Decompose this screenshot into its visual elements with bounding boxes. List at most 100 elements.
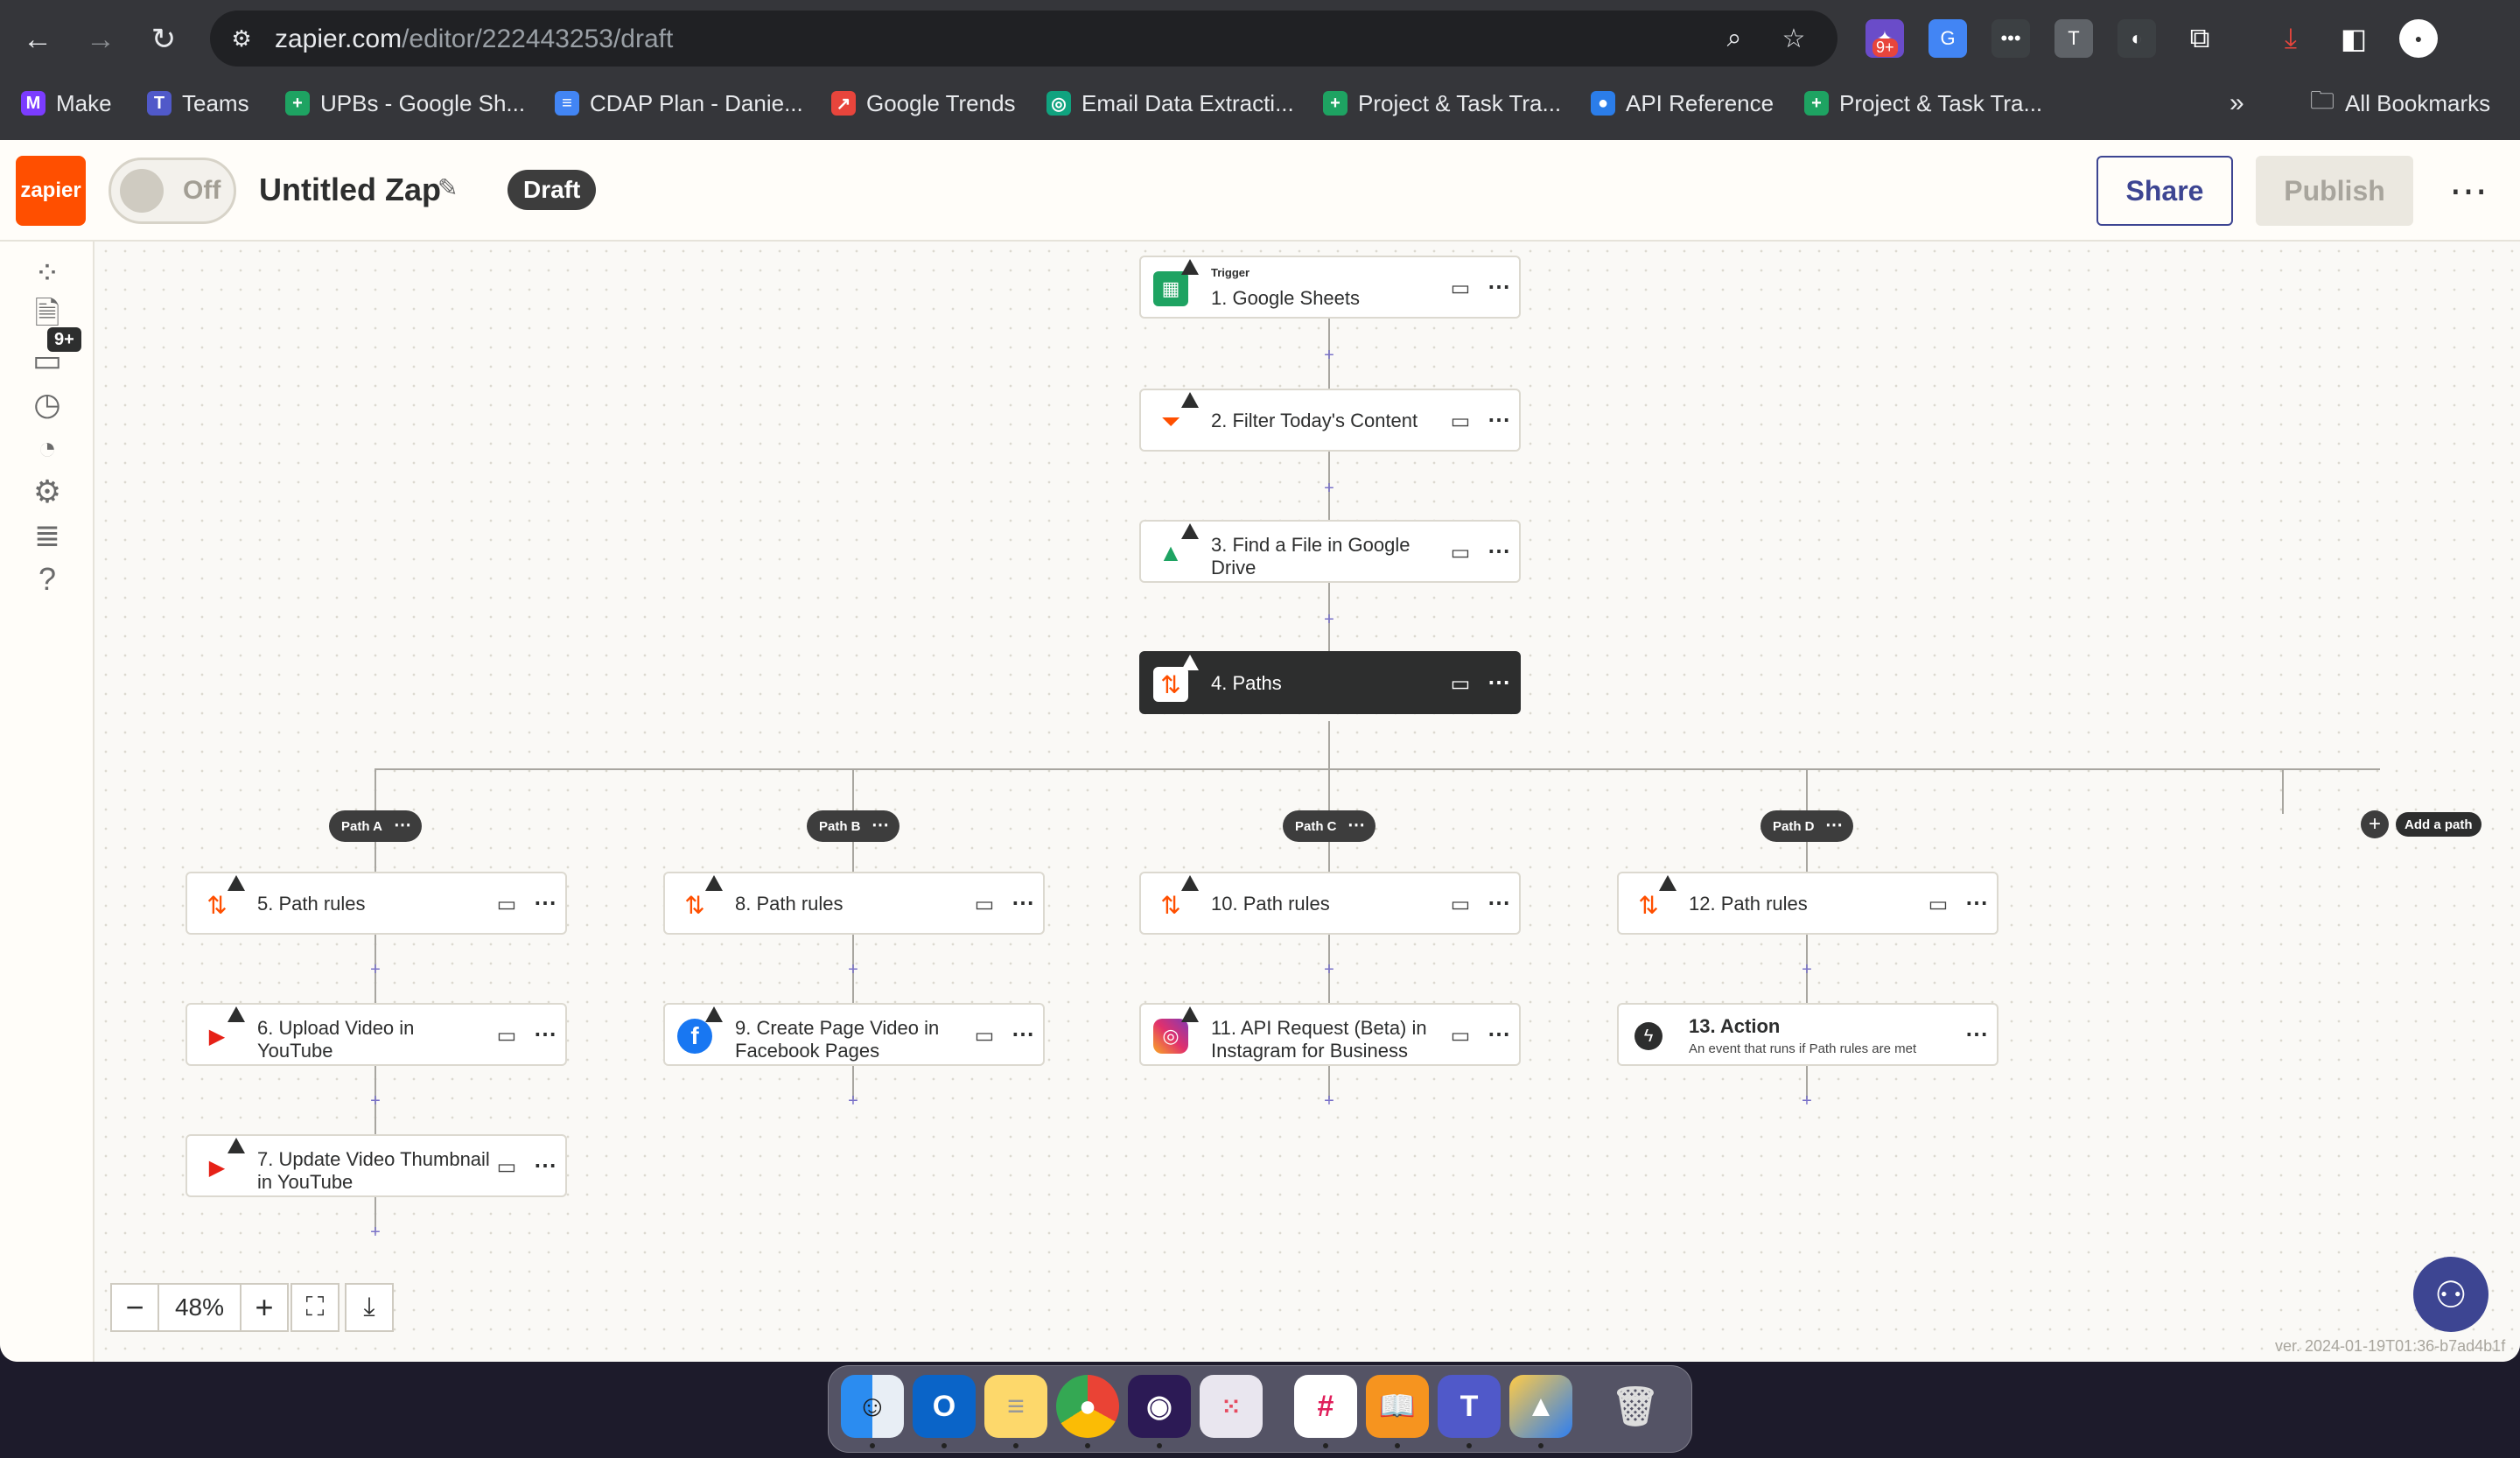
versions-icon[interactable]: ≣ (26, 515, 68, 557)
comment-icon[interactable]: ▭ (1447, 670, 1474, 697)
pencil-icon[interactable]: ✎ (438, 173, 458, 202)
publish-button[interactable]: Publish (2256, 156, 2413, 226)
bookmark-item[interactable]: + Project & Task Tra... (1323, 88, 1561, 119)
add-step-plus[interactable]: + (844, 1092, 862, 1110)
add-step-plus[interactable]: + (1798, 961, 1816, 978)
download-icon[interactable]: ⤓ (2272, 19, 2310, 58)
step-menu-icon[interactable]: ⋯ (1486, 537, 1512, 564)
comment-icon[interactable]: ▭ (1447, 891, 1474, 917)
side-panel-icon[interactable]: ◧ (2334, 19, 2373, 58)
forward-icon[interactable]: → (80, 19, 121, 60)
add-step-plus[interactable]: + (367, 1223, 384, 1241)
path-menu-icon[interactable]: ⋯ (1348, 814, 1365, 836)
zap-canvas[interactable]: + + + + + + + + + + + + ▦ Trigger 1. Goo… (96, 242, 2520, 1362)
comment-icon[interactable]: ▭ (1447, 1022, 1474, 1048)
zap-on-off-toggle[interactable]: Off (108, 158, 236, 224)
bookmark-item[interactable]: ≡ CDAP Plan - Danie... (555, 88, 803, 119)
extension-icon[interactable]: T (2054, 19, 2093, 58)
add-step-plus[interactable]: + (1798, 1092, 1816, 1110)
path-menu-icon[interactable]: ⋯ (394, 814, 411, 836)
apps-icon[interactable]: ⁘ (26, 252, 68, 294)
path-c-label[interactable]: Path C ⋯ (1283, 810, 1376, 842)
step-menu-icon[interactable]: ⋯ (532, 889, 558, 915)
step-menu-icon[interactable]: ⋯ (1486, 406, 1512, 432)
add-path-plus-icon[interactable]: + (2361, 810, 2389, 838)
help-icon[interactable]: ? (26, 558, 68, 600)
step-menu-icon[interactable]: ⋯ (1486, 1020, 1512, 1047)
airmail-icon[interactable]: ▲ (1509, 1375, 1572, 1438)
reload-icon[interactable]: ↻ (144, 19, 184, 60)
zapier-logo[interactable]: zapier (16, 156, 86, 226)
finder-icon[interactable]: ☺ (841, 1375, 904, 1438)
step-12-path-rules[interactable]: ⇅ 12. Path rules ▭ ⋯ (1617, 872, 1998, 935)
add-step-plus[interactable]: + (367, 1092, 384, 1110)
step-menu-icon[interactable]: ⋯ (532, 1152, 558, 1178)
zoom-in-button[interactable]: + (240, 1283, 289, 1332)
add-step-plus[interactable]: + (1320, 480, 1338, 497)
add-step-plus[interactable]: + (367, 961, 384, 978)
comment-icon[interactable]: ▭ (971, 891, 998, 917)
share-button[interactable]: Share (2096, 156, 2233, 226)
bookmark-item[interactable]: ↗ Google Trends (831, 88, 1016, 119)
history-icon[interactable]: ◷ (26, 383, 68, 425)
extension-icon[interactable]: ••• (1992, 19, 2030, 58)
add-step-plus[interactable]: + (1320, 961, 1338, 978)
step-1-trigger[interactable]: ▦ Trigger 1. Google Sheets ▭ ⋯ (1139, 256, 1521, 319)
step-menu-icon[interactable]: ⋯ (1486, 889, 1512, 915)
slack-icon[interactable]: # (1294, 1375, 1357, 1438)
zoom-icon[interactable]: ⌕ (1717, 21, 1752, 56)
add-step-plus[interactable]: + (1320, 611, 1338, 628)
status-icon[interactable]: ◔ (26, 427, 68, 469)
step-7-youtube-thumbnail[interactable]: ▶ 7. Update Video Thumbnail in YouTube ▭… (186, 1134, 567, 1197)
bookmark-item[interactable]: + Project & Task Tra... (1804, 88, 2042, 119)
bookmark-item[interactable]: T Teams (147, 88, 249, 119)
step-2-filter[interactable]: ⏷ 2. Filter Today's Content ▭ ⋯ (1139, 389, 1521, 452)
extensions-puzzle-icon[interactable]: ⧉ (2180, 19, 2219, 58)
add-step-plus[interactable]: + (1320, 347, 1338, 364)
zap-title[interactable]: Untitled Zap (259, 172, 441, 208)
path-a-label[interactable]: Path A ⋯ (329, 810, 422, 842)
path-menu-icon[interactable]: ⋯ (872, 814, 889, 836)
launchpad-icon[interactable]: ⁙ (1200, 1375, 1263, 1438)
step-13-action[interactable]: ϟ 13. Action An event that runs if Path … (1617, 1003, 1998, 1066)
bookmark-item[interactable]: ● API Reference (1591, 88, 1774, 119)
bookmark-item[interactable]: M Make (21, 88, 112, 119)
path-b-label[interactable]: Path B ⋯ (807, 810, 900, 842)
back-icon[interactable]: ← (18, 19, 58, 60)
all-bookmarks[interactable]: 🗀 All Bookmarks (2310, 87, 2490, 119)
comment-icon[interactable]: ▭ (494, 1153, 520, 1180)
step-menu-icon[interactable]: ⋯ (532, 1020, 558, 1047)
comment-icon[interactable]: ▭ (971, 1022, 998, 1048)
step-4-paths[interactable]: ⇅ 4. Paths ▭ ⋯ (1139, 651, 1521, 714)
translate-extension-icon[interactable]: G (1928, 19, 1967, 58)
path-d-label[interactable]: Path D ⋯ (1760, 810, 1853, 842)
zoom-out-button[interactable]: − (110, 1283, 159, 1332)
comment-icon[interactable]: ▭ (1925, 891, 1951, 917)
comment-icon[interactable]: ▭ (1447, 275, 1474, 301)
tor-browser-icon[interactable]: ◉ (1128, 1375, 1191, 1438)
step-8-path-rules[interactable]: ⇅ 8. Path rules ▭ ⋯ (663, 872, 1045, 935)
step-6-youtube-upload[interactable]: ▶ 6. Upload Video in YouTube ▭ ⋯ (186, 1003, 567, 1066)
step-menu-icon[interactable]: ⋯ (1010, 1020, 1036, 1047)
more-options-icon[interactable]: ⋯ (2446, 165, 2490, 217)
extension-icon[interactable]: ◐ (2118, 19, 2156, 58)
trash-icon[interactable]: 🗑 (1604, 1375, 1667, 1438)
step-11-instagram-api[interactable]: ◎ 11. API Request (Beta) in Instagram fo… (1139, 1003, 1521, 1066)
step-menu-icon[interactable]: ⋯ (1486, 273, 1512, 299)
bookmark-item[interactable]: ◎ Email Data Extracti... (1046, 88, 1294, 119)
step-3-google-drive[interactable]: ▲ 3. Find a File in Google Drive ▭ ⋯ (1139, 520, 1521, 583)
bookmark-star-icon[interactable]: ☆ (1776, 21, 1811, 56)
address-bar[interactable]: ⚙ zapier.com/editor/222443253/draft ⌕ ☆ (210, 11, 1838, 67)
comment-icon[interactable]: ▭ (494, 1022, 520, 1048)
download-image-icon[interactable]: ⤓ (345, 1283, 394, 1332)
step-menu-icon[interactable]: ⋯ (1010, 889, 1036, 915)
step-5-path-rules[interactable]: ⇅ 5. Path rules ▭ ⋯ (186, 872, 567, 935)
books-icon[interactable]: 📖 (1366, 1375, 1429, 1438)
step-9-facebook-video[interactable]: f 9. Create Page Video in Facebook Pages… (663, 1003, 1045, 1066)
outlook-icon[interactable]: O (913, 1375, 976, 1438)
teams-icon[interactable]: T (1438, 1375, 1501, 1438)
url-text[interactable]: zapier.com/editor/222443253/draft (275, 25, 673, 54)
step-10-path-rules[interactable]: ⇅ 10. Path rules ▭ ⋯ (1139, 872, 1521, 935)
chrome-icon[interactable]: ● (1056, 1375, 1119, 1438)
step-menu-icon[interactable]: ⋯ (1964, 1020, 1990, 1047)
